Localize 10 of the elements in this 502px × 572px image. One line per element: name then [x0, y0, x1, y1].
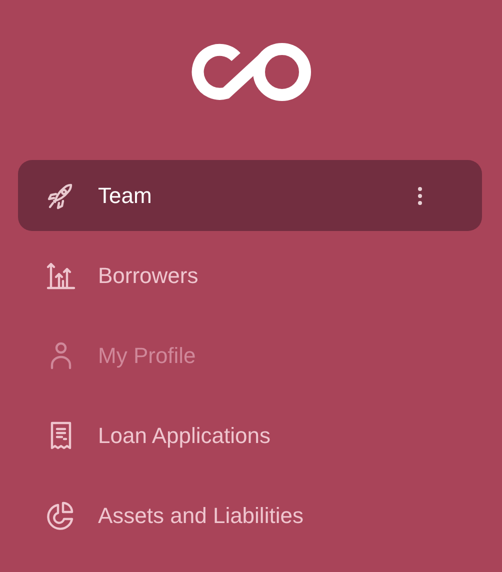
- nav-label: My Profile: [98, 342, 197, 368]
- nav-item[interactable]: Team: [18, 160, 482, 231]
- nav-item[interactable]: Borrowers: [18, 240, 482, 311]
- nav-label: Loan Applications: [98, 422, 272, 448]
- nav-label: Team: [98, 182, 153, 208]
- nav-label: Assets and Liabilities: [98, 502, 304, 528]
- nav-item[interactable]: Assets and Liabilities: [18, 480, 482, 551]
- nav-label: Borrowers: [98, 262, 200, 288]
- nav-item[interactable]: Loan Applications: [18, 400, 482, 471]
- more-icon[interactable]: [417, 186, 423, 206]
